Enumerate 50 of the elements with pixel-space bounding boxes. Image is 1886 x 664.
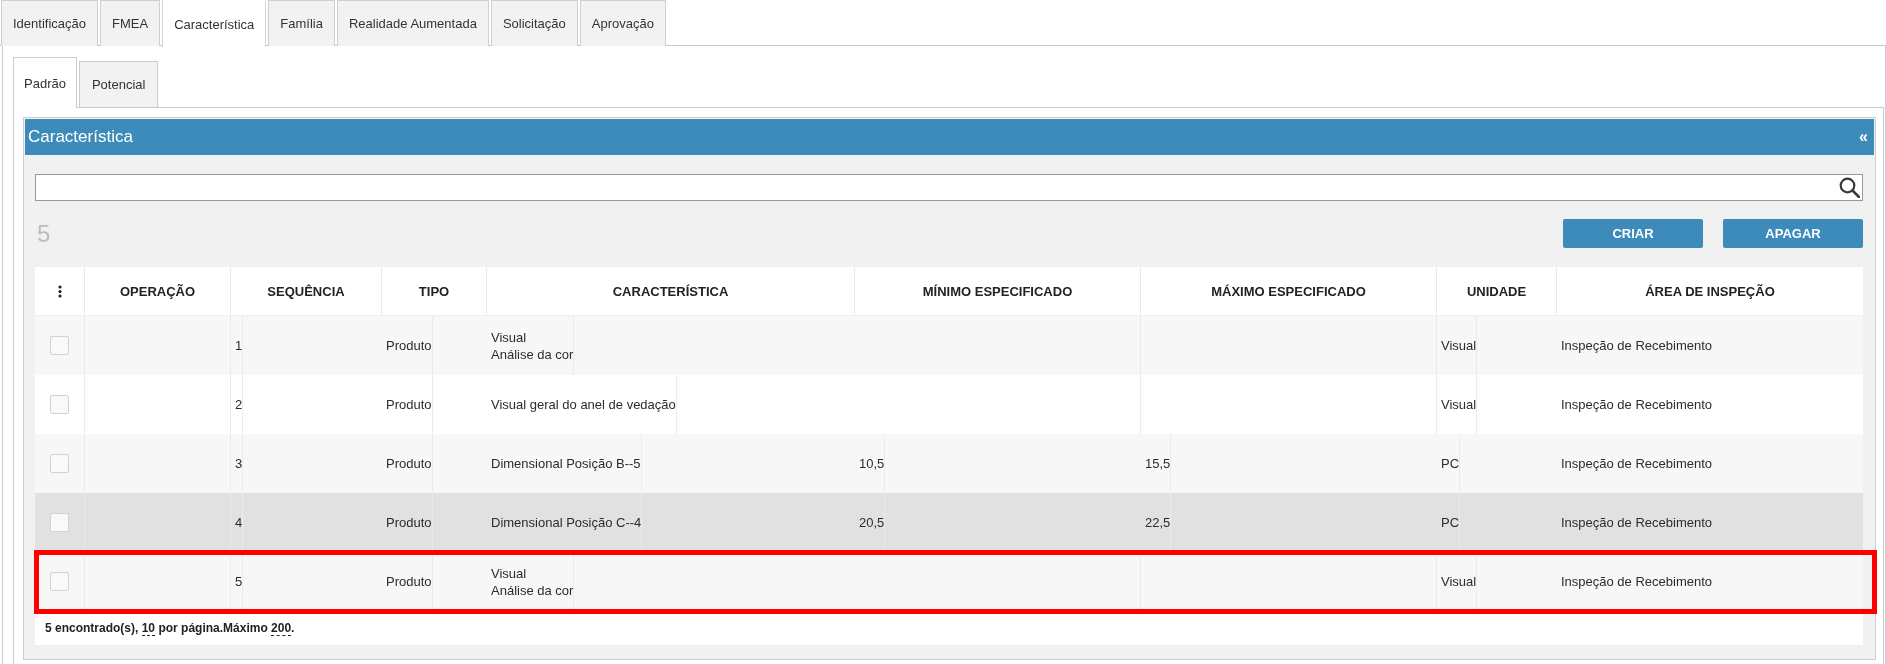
column-header[interactable]: UNIDADE	[1437, 267, 1557, 315]
table-cell-text: Inspeção de Recebimento	[1560, 396, 1713, 414]
table-row[interactable]: 3 Produto Dimensional Posição B--5 10,5 15,5 PC Inspeção de Recebimento	[35, 434, 1863, 493]
table-cell-text: Inspeção de Recebimento	[1560, 573, 1713, 591]
panel-title: Característica	[28, 127, 133, 147]
row-checkbox[interactable]	[50, 336, 69, 355]
search-icon[interactable]	[1839, 177, 1860, 198]
table-cell-text: Inspeção de Recebimento	[1560, 514, 1713, 532]
column-header[interactable]: MÍNIMO ESPECIFICADO	[855, 267, 1141, 315]
collapse-button[interactable]: «	[1859, 128, 1868, 146]
table-cell: 22,5	[1141, 493, 1172, 552]
delete-button[interactable]: APAGAR	[1723, 219, 1863, 248]
tab[interactable]: FMEA	[100, 0, 161, 46]
tab[interactable]: Solicitação	[490, 0, 578, 46]
table-cell: 4	[231, 493, 244, 552]
table-cell-text: Inspeção de Recebimento	[1560, 337, 1713, 355]
table-cell-text: Inspeção de Recebimento	[1560, 455, 1713, 473]
column-header[interactable]: TIPO	[382, 267, 487, 315]
row-checkbox[interactable]	[50, 572, 69, 591]
sub-tab[interactable]: Padrão	[13, 57, 77, 108]
sub-tab[interactable]: Potencial	[78, 61, 159, 107]
create-button[interactable]: CRIAR	[1563, 219, 1703, 248]
table-cell: PC	[1437, 493, 1461, 552]
tab[interactable]: Característica	[162, 0, 267, 47]
table-cell: 5	[231, 552, 244, 611]
table-row[interactable]: 4 Produto Dimensional Posição C--4 20,5 22,5 PC Inspeção de Recebimento	[35, 493, 1863, 552]
tab[interactable]: Aprovação	[579, 0, 666, 46]
row-checkbox[interactable]	[50, 395, 69, 414]
column-header[interactable]: ÁREA DE INSPEÇÃO	[1557, 267, 1863, 315]
vertical-dots-icon[interactable]	[57, 284, 62, 298]
column-header[interactable]: SEQUÊNCIA	[231, 267, 382, 315]
tab[interactable]: Família	[268, 0, 335, 46]
table-row[interactable]: 1 Produto Visual Análise da cor Visual Inspeção de Recebimento	[35, 316, 1863, 375]
table-cell: Visual	[1437, 552, 1478, 611]
table-cell: Dimensional Posição C--4	[487, 493, 643, 552]
tab[interactable]: Realidade Aumentada	[336, 0, 489, 46]
row-checkbox[interactable]	[50, 513, 69, 532]
row-checkbox[interactable]	[50, 454, 69, 473]
tab[interactable]: Identificação	[1, 0, 98, 46]
pagination-link[interactable]: 10	[141, 621, 156, 636]
pagination-summary: 5 encontrado(s), 10 por página.Máximo 200.	[45, 621, 295, 635]
column-header[interactable]: OPERAÇÃO	[85, 267, 231, 315]
column-header[interactable]: CARACTERÍSTICA	[487, 267, 855, 315]
table-cell: 20,5	[855, 493, 886, 552]
table-cell: Produto	[382, 493, 433, 552]
table-cell: Visual Análise da cor	[487, 552, 575, 611]
table-cell: Produto	[382, 552, 433, 611]
column-header[interactable]: MÁXIMO ESPECIFICADO	[1141, 267, 1437, 315]
search-field[interactable]	[35, 174, 1863, 201]
table-row[interactable]: 2 Produto Visual geral do anel de vedação Visual Inspeção de Recebimento	[35, 375, 1863, 434]
